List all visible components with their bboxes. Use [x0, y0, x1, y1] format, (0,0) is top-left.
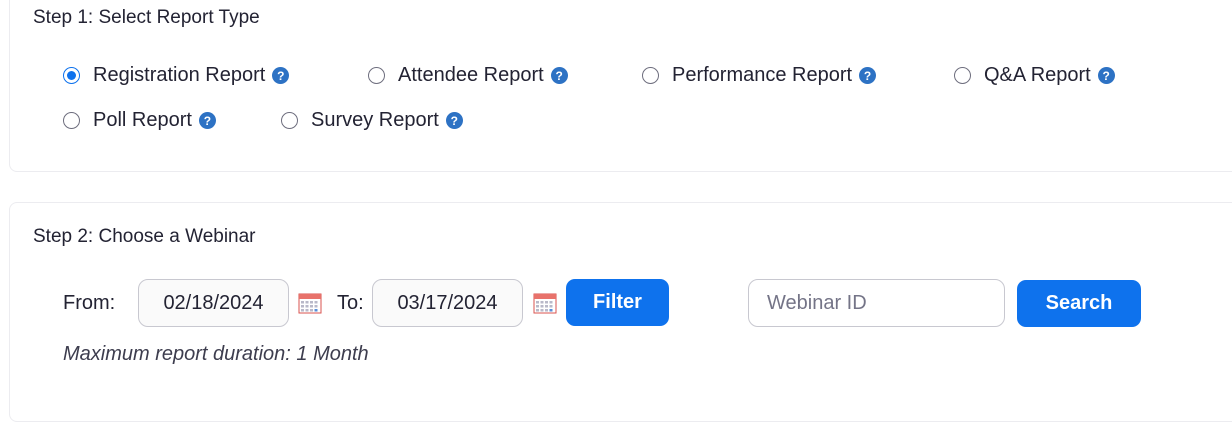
webinar-id-input[interactable]: [748, 279, 1005, 327]
radio-label: Q&A Report: [984, 64, 1091, 86]
filter-button[interactable]: Filter: [566, 279, 669, 326]
step2-title: Step 2: Choose a Webinar: [33, 226, 256, 247]
step2-panel: Step 2: Choose a Webinar From: 02/18/202…: [9, 202, 1232, 422]
calendar-icon[interactable]: [298, 291, 322, 315]
to-date-input[interactable]: 03/17/2024: [372, 279, 523, 327]
help-icon[interactable]: ?: [272, 67, 290, 84]
radio-survey-report[interactable]: Survey Report ?: [281, 109, 463, 132]
radio-button[interactable]: [63, 67, 80, 84]
radio-label: Attendee Report: [398, 64, 544, 86]
radio-registration-report[interactable]: Registration Report ?: [63, 64, 290, 87]
radio-performance-report[interactable]: Performance Report ?: [642, 64, 877, 87]
radio-button[interactable]: [368, 67, 385, 84]
from-label: From:: [63, 292, 116, 314]
search-button[interactable]: Search: [1017, 280, 1141, 327]
radio-button[interactable]: [281, 112, 298, 129]
radio-button[interactable]: [954, 67, 971, 84]
help-icon[interactable]: ?: [859, 67, 877, 84]
help-icon[interactable]: ?: [198, 112, 216, 129]
radio-poll-report[interactable]: Poll Report ?: [63, 109, 216, 132]
radio-button[interactable]: [63, 112, 80, 129]
radio-attendee-report[interactable]: Attendee Report ?: [368, 64, 568, 87]
radio-label: Survey Report: [311, 109, 439, 131]
help-icon[interactable]: ?: [550, 67, 568, 84]
help-icon[interactable]: ?: [1097, 67, 1115, 84]
step1-title: Step 1: Select Report Type: [33, 7, 260, 28]
max-duration-note: Maximum report duration: 1 Month: [63, 343, 369, 365]
calendar-icon[interactable]: [533, 291, 557, 315]
from-date-input[interactable]: 02/18/2024: [138, 279, 289, 327]
radio-label: Registration Report: [93, 64, 266, 86]
radio-label: Performance Report: [672, 64, 853, 86]
radio-qa-report[interactable]: Q&A Report ?: [954, 64, 1115, 87]
radio-button[interactable]: [642, 67, 659, 84]
radio-label: Poll Report: [93, 109, 192, 131]
step1-panel: Step 1: Select Report Type Registration …: [9, 0, 1232, 172]
to-label: To:: [337, 292, 364, 314]
help-icon[interactable]: ?: [445, 112, 463, 129]
